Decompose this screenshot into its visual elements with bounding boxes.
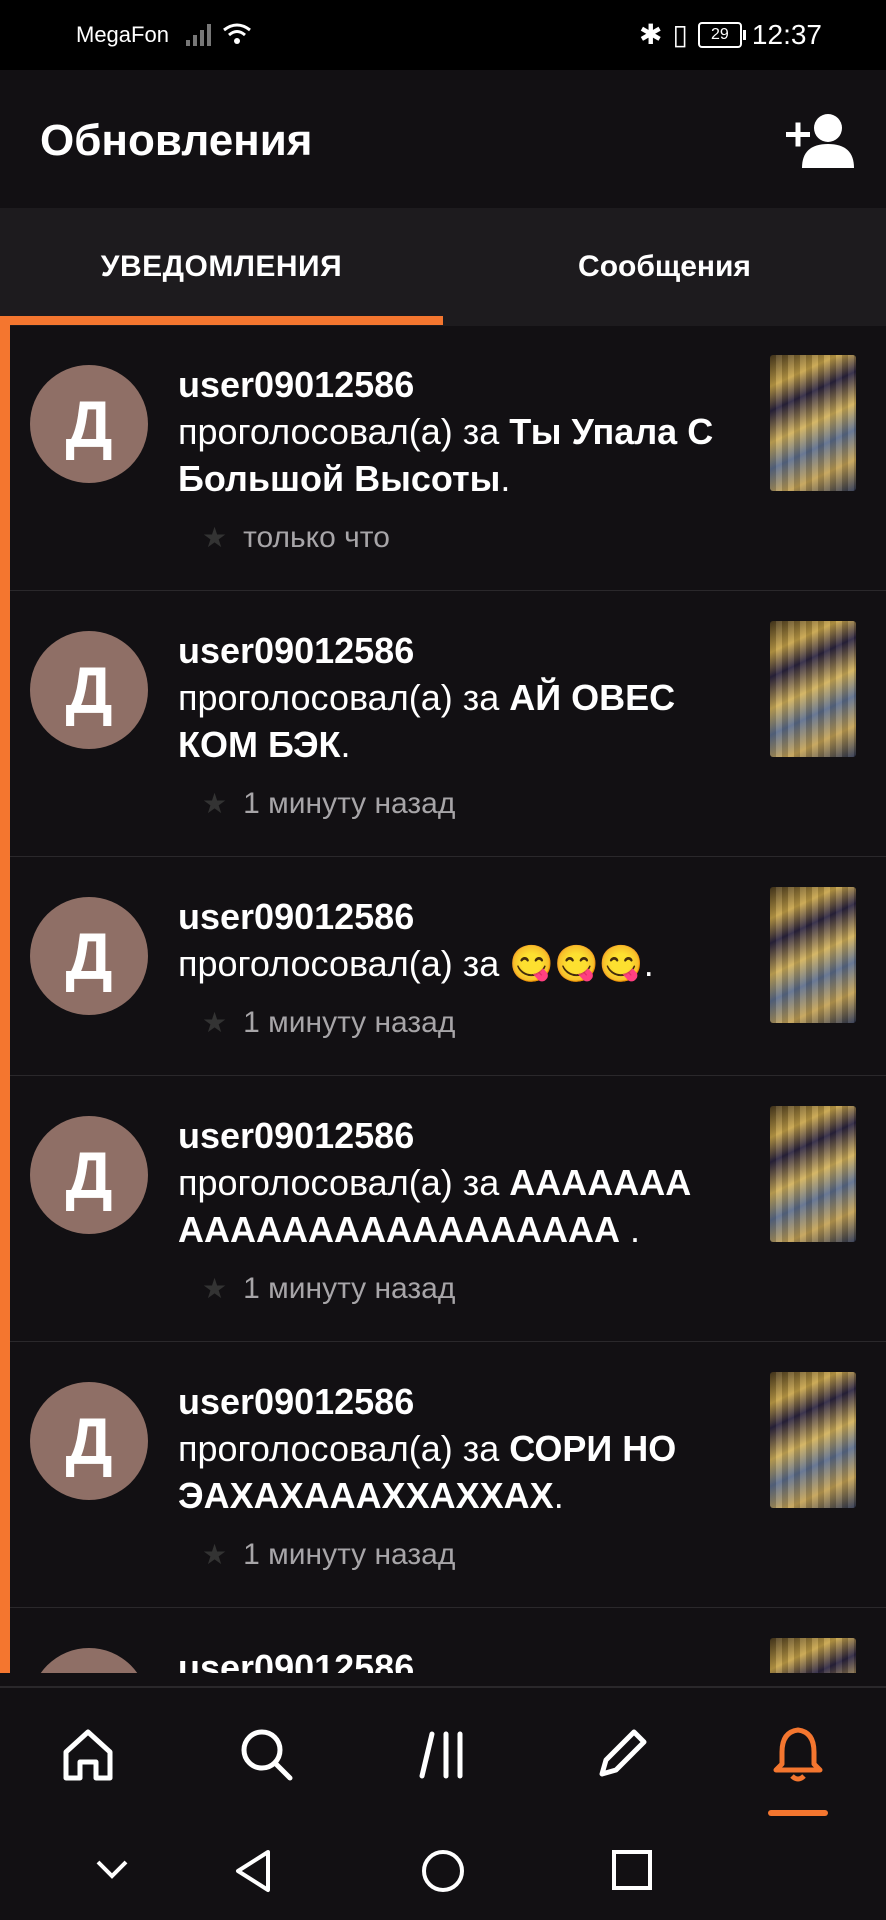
home-icon[interactable]	[58, 1724, 118, 1784]
active-tab-indicator	[0, 316, 443, 325]
avatar[interactable]: Д	[30, 1116, 148, 1234]
username[interactable]: user09012586	[178, 1378, 738, 1425]
status-bar: MegaFon ✱ ▯ 29 12:37	[0, 0, 886, 70]
star-icon: ★	[202, 522, 228, 553]
action-text: проголосовал(а) за	[178, 677, 500, 718]
collapse-chevron-icon[interactable]	[92, 1848, 132, 1888]
back-icon[interactable]	[232, 1848, 278, 1894]
action-text: проголосовал(а) за	[178, 411, 500, 452]
add-user-icon[interactable]	[786, 112, 856, 168]
bluetooth-icon: ✱	[639, 19, 663, 50]
bell-icon[interactable]	[768, 1724, 828, 1784]
battery-indicator: 29	[697, 21, 746, 48]
story-cover-image[interactable]	[770, 355, 856, 491]
library-icon[interactable]	[414, 1724, 474, 1784]
bottom-navigation	[0, 1686, 886, 1824]
star-icon: ★	[202, 1539, 228, 1570]
clock: 12:37	[751, 18, 822, 50]
star-icon: ★	[202, 1007, 228, 1038]
list-item[interactable]: Д user09012586 проголосовал(а) за 😋😋😋. ★…	[10, 857, 886, 1076]
page-title: Обновления	[40, 116, 313, 165]
story-cover-image[interactable]	[770, 887, 856, 1023]
story-cover-image[interactable]	[770, 621, 856, 757]
timestamp: 1 минуту назад	[243, 1272, 456, 1305]
story-cover-image[interactable]	[770, 1372, 856, 1508]
accent-side-bar	[0, 325, 10, 1673]
wifi-icon	[223, 23, 251, 44]
app-bar: Обновления	[0, 70, 886, 208]
search-icon[interactable]	[236, 1724, 296, 1784]
list-item[interactable]: Д user09012586 проголосовал(а) за АААААА…	[10, 1076, 886, 1342]
recents-icon[interactable]	[610, 1848, 654, 1892]
list-item[interactable]: Д user09012586 проголосовал(а) за СОРИ Н…	[10, 1342, 886, 1608]
username[interactable]: user09012586	[178, 627, 738, 674]
star-icon: ★	[202, 788, 228, 819]
star-icon: ★	[202, 1273, 228, 1304]
signal-icon	[186, 24, 211, 46]
avatar[interactable]: Д	[30, 631, 148, 749]
username[interactable]: user09012586	[178, 361, 738, 408]
username[interactable]: user09012586	[178, 1644, 738, 1673]
timestamp: 1 минуту назад	[243, 1006, 456, 1039]
list-item[interactable]: Д user09012586 проголосовал(а) за Ты Упа…	[10, 325, 886, 591]
action-text: проголосовал(а) за	[178, 943, 500, 984]
story-cover-image[interactable]	[770, 1106, 856, 1242]
write-icon[interactable]	[592, 1724, 652, 1784]
timestamp: 1 минуту назад	[243, 787, 456, 820]
vibrate-icon: ▯	[672, 19, 688, 50]
avatar[interactable]: Д	[30, 365, 148, 483]
notification-list[interactable]: Д user09012586 проголосовал(а) за Ты Упа…	[10, 325, 886, 1673]
story-cover-image[interactable]	[770, 1638, 856, 1673]
story-title[interactable]: 😋😋😋	[509, 943, 643, 984]
timestamp: только что	[243, 521, 390, 554]
list-item[interactable]: Д user09012586	[10, 1608, 886, 1673]
tab-notifications[interactable]: УВЕДОМЛЕНИЯ	[0, 208, 443, 326]
timestamp: 1 минуту назад	[243, 1538, 456, 1571]
active-nav-indicator	[768, 1810, 828, 1816]
carrier-label: MegaFon	[76, 22, 169, 47]
avatar[interactable]: Д	[30, 1648, 148, 1673]
avatar[interactable]: Д	[30, 1382, 148, 1500]
tab-bar: УВЕДОМЛЕНИЯ Сообщения	[0, 208, 886, 326]
username[interactable]: user09012586	[178, 893, 738, 940]
list-item[interactable]: Д user09012586 проголосовал(а) за АЙ ОВЕ…	[10, 591, 886, 857]
tab-messages[interactable]: Сообщения	[443, 208, 886, 326]
home-circle-icon[interactable]	[420, 1848, 466, 1894]
username[interactable]: user09012586	[178, 1112, 738, 1159]
action-text: проголосовал(а) за	[178, 1428, 500, 1469]
avatar[interactable]: Д	[30, 897, 148, 1015]
action-text: проголосовал(а) за	[178, 1162, 500, 1203]
system-navigation	[0, 1822, 886, 1920]
